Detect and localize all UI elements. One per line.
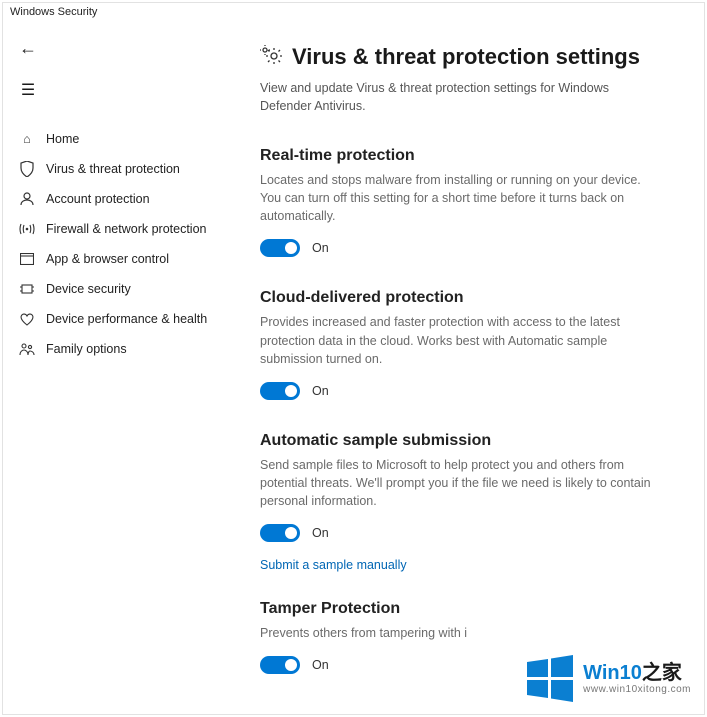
nav-item-home[interactable]: ⌂ Home — [12, 124, 230, 154]
main-content: Virus & threat protection settings View … — [230, 24, 707, 717]
nav-label: Device security — [46, 282, 131, 296]
toggle-label: On — [312, 384, 329, 398]
section-title: Tamper Protection — [260, 600, 660, 618]
hamburger-icon: ☰ — [21, 80, 35, 100]
section-desc: Provides increased and faster protection… — [260, 313, 660, 367]
nav-label: Device performance & health — [46, 312, 207, 326]
windows-logo-icon — [525, 653, 575, 703]
antenna-icon — [18, 222, 36, 236]
nav-label: Home — [46, 132, 79, 146]
page-subtitle: View and update Virus & threat protectio… — [260, 80, 650, 115]
nav-item-family[interactable]: Family options — [12, 334, 230, 364]
settings-gear-icon — [260, 45, 282, 70]
section-title: Automatic sample submission — [260, 432, 660, 450]
nav-item-firewall[interactable]: Firewall & network protection — [12, 214, 230, 244]
window-title: Windows Security — [0, 0, 707, 24]
sidebar: ← ☰ ⌂ Home Virus & threat protection — [0, 24, 230, 717]
nav-item-device-security[interactable]: Device security — [12, 274, 230, 304]
page-title: Virus & threat protection settings — [292, 44, 640, 70]
section-cloud: Cloud-delivered protection Provides incr… — [260, 289, 660, 399]
nav-label: Virus & threat protection — [46, 162, 180, 176]
section-title: Cloud-delivered protection — [260, 289, 660, 307]
chip-icon — [18, 283, 36, 295]
watermark: Win10之家 www.win10xitong.com — [525, 653, 691, 703]
back-button[interactable]: ← — [12, 32, 44, 64]
toggle-label: On — [312, 526, 329, 540]
nav-item-performance[interactable]: Device performance & health — [12, 304, 230, 334]
realtime-toggle[interactable] — [260, 239, 300, 257]
nav-item-app-browser[interactable]: App & browser control — [12, 244, 230, 274]
menu-button[interactable]: ☰ — [12, 74, 44, 106]
section-sample: Automatic sample submission Send sample … — [260, 432, 660, 574]
nav-item-virus-threat[interactable]: Virus & threat protection — [12, 154, 230, 184]
toggle-label: On — [312, 241, 329, 255]
person-icon — [18, 192, 36, 206]
watermark-brand: Win10之家 — [583, 662, 691, 684]
toggle-label: On — [312, 658, 329, 672]
watermark-url: www.win10xitong.com — [583, 684, 691, 695]
nav-item-account[interactable]: Account protection — [12, 184, 230, 214]
section-desc: Locates and stops malware from installin… — [260, 171, 660, 225]
arrow-left-icon: ← — [19, 38, 37, 59]
tamper-toggle[interactable] — [260, 656, 300, 674]
section-title: Real-time protection — [260, 147, 660, 165]
nav-label: Account protection — [46, 192, 150, 206]
submit-sample-link[interactable]: Submit a sample manually — [260, 558, 407, 572]
nav-label: App & browser control — [46, 252, 169, 266]
nav-label: Firewall & network protection — [46, 222, 206, 236]
family-icon — [18, 343, 36, 356]
sample-toggle[interactable] — [260, 524, 300, 542]
section-desc: Send sample files to Microsoft to help p… — [260, 456, 660, 510]
cloud-toggle[interactable] — [260, 382, 300, 400]
heart-icon — [18, 313, 36, 326]
window-icon — [18, 253, 36, 265]
section-desc: Prevents others from tampering with i — [260, 624, 660, 642]
home-icon: ⌂ — [18, 132, 36, 146]
nav-label: Family options — [46, 342, 127, 356]
shield-icon — [18, 161, 36, 177]
section-realtime: Real-time protection Locates and stops m… — [260, 147, 660, 257]
